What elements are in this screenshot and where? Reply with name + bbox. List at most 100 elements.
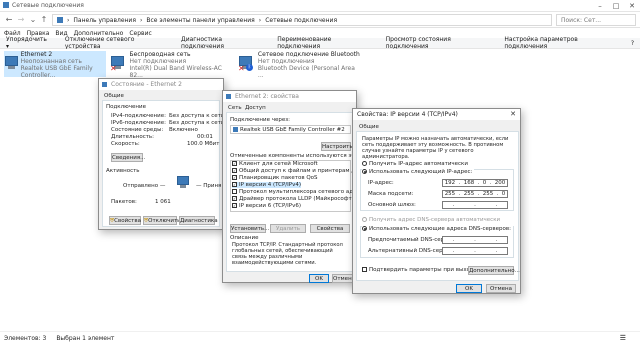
component-item-selected[interactable]: ✓ IP версии 4 (TCP/IPv4) bbox=[232, 182, 302, 188]
diagnose-button[interactable]: Диагностика подключения bbox=[181, 36, 261, 50]
ipv4-dialog-title: Свойства: IP версии 4 (TCP/IPv4) bbox=[357, 111, 458, 118]
breadcrumb-network-connections[interactable]: Сетевые подключения bbox=[265, 17, 337, 24]
connection-wireless[interactable]: ✕ Беспроводная сеть Нет подключения Inte… bbox=[110, 51, 234, 79]
ipv4-dialog: Свойства: IP версии 4 (TCP/IPv4) ✕ Общие… bbox=[352, 108, 521, 294]
tab-sharing[interactable]: Доступ bbox=[245, 105, 266, 111]
details-view-icon[interactable]: ☰ bbox=[620, 334, 626, 342]
tab-general[interactable]: Общие bbox=[104, 93, 124, 99]
close-button[interactable]: ✕ bbox=[624, 0, 640, 12]
connection-device: Realtek USB GbE Family Controller... bbox=[20, 65, 93, 79]
ipv4-ok-button[interactable]: OK bbox=[456, 284, 482, 293]
ipv6-value: Без доступа к сети bbox=[169, 120, 225, 126]
props-ok-button[interactable]: OK bbox=[309, 274, 329, 283]
disable-button[interactable]: ⛨Отключить bbox=[143, 216, 180, 225]
status-dialog-titlebar: Состояние - Ethernet 2 bbox=[99, 79, 223, 90]
help-icon[interactable]: ? bbox=[631, 40, 634, 47]
disable-device-button[interactable]: Отключение сетевого устройства bbox=[65, 36, 165, 50]
tab-network[interactable]: Сеть bbox=[228, 105, 242, 111]
gateway-field[interactable]: ... bbox=[442, 201, 508, 209]
connection-bluetooth[interactable]: ᛒ ✕ Сетевое подключение Bluetooth Нет под… bbox=[238, 51, 362, 79]
connection-ethernet2[interactable]: Ethernet 2 Неопознанная сеть Realtek USB… bbox=[4, 51, 106, 79]
properties-button[interactable]: ⛨Свойства bbox=[109, 216, 141, 225]
address-bar-row: ← → ⌄ ↑ › Панель управления › Все элемен… bbox=[0, 12, 640, 28]
explorer-titlebar: Сетевые подключения – □ ✕ bbox=[0, 0, 640, 12]
connection-name: Беспроводная сеть bbox=[129, 51, 191, 58]
properties-dialog-title: Ethernet 2: свойства bbox=[235, 93, 299, 100]
sent-label: Отправлено — bbox=[123, 183, 166, 189]
component-item[interactable]: ✓ Клиент для сетей Microsoft bbox=[232, 161, 318, 167]
ipv6-label: IPv6-подключение: bbox=[111, 120, 166, 126]
close-icon[interactable]: ✕ bbox=[510, 110, 516, 118]
breadcrumb-control-panel[interactable]: Панель управления bbox=[73, 17, 136, 24]
ip-address-label: IP-адрес: bbox=[368, 180, 394, 186]
connection-name: Ethernet 2 bbox=[20, 51, 53, 58]
forward-arrow-icon[interactable]: → bbox=[16, 15, 26, 25]
component-item[interactable]: ✓ Планировщик пакетов QoS bbox=[232, 175, 318, 181]
received-label: — Приня bbox=[196, 183, 222, 189]
recent-chevron-icon[interactable]: ⌄ bbox=[28, 15, 38, 25]
connection-status: Нет подключения bbox=[257, 58, 315, 65]
subnet-mask-label: Маска подсети: bbox=[368, 191, 414, 197]
gateway-label: Основной шлюз: bbox=[368, 202, 416, 208]
duration-label: Длительность: bbox=[111, 134, 155, 140]
duration-value: 00:01 bbox=[197, 134, 213, 140]
preferred-dns-field[interactable]: ... bbox=[442, 236, 508, 244]
ethernet-icon bbox=[226, 94, 231, 99]
view-status-button[interactable]: Просмотр состояния подключения bbox=[386, 36, 489, 50]
ipv4-dialog-titlebar: Свойства: IP версии 4 (TCP/IPv4) ✕ bbox=[353, 109, 520, 120]
details-button[interactable]: Сведения... bbox=[111, 153, 145, 162]
auto-ip-radio[interactable]: Получить IP-адрес автоматически bbox=[362, 161, 468, 167]
auto-dns-radio[interactable]: Получить адрес DNS-сервера автоматически bbox=[362, 217, 500, 223]
subnet-mask-field[interactable]: 255. 255. 255. 0 bbox=[442, 190, 508, 198]
command-bar: Упорядочить ▾ Отключение сетевого устрой… bbox=[0, 36, 640, 50]
component-item[interactable]: ✓ IP версии 6 (TCP/IPv6) bbox=[232, 203, 301, 209]
component-properties-button[interactable]: Свойства bbox=[310, 224, 350, 233]
change-settings-button[interactable]: Настройка параметров подключения bbox=[504, 36, 614, 50]
tab-general[interactable]: Общие bbox=[359, 124, 379, 130]
window-title: Сетевые подключения bbox=[12, 2, 84, 9]
media-state-value: Включено bbox=[169, 127, 198, 133]
advanced-button[interactable]: Дополнительно... bbox=[468, 266, 520, 275]
remove-button[interactable]: Удалить bbox=[270, 224, 306, 233]
connection-status: Неопознанная сеть bbox=[20, 58, 82, 65]
minimize-button[interactable]: – bbox=[592, 0, 608, 12]
organize-button[interactable]: Упорядочить ▾ bbox=[6, 36, 49, 50]
description-label: Описание bbox=[230, 235, 259, 241]
use-dns-radio[interactable]: Использовать следующие адреса DNS-сервер… bbox=[362, 226, 513, 232]
connect-using-label: Подключение через: bbox=[230, 117, 290, 123]
adapter-icon bbox=[233, 127, 238, 132]
validate-checkbox[interactable]: Подтвердить параметры при выходе bbox=[362, 267, 477, 273]
ipv4-value: Без доступа к сети bbox=[169, 113, 225, 119]
packets-label: Пакетов: bbox=[111, 199, 137, 205]
control-panel-icon bbox=[57, 17, 63, 23]
up-arrow-icon[interactable]: ↑ bbox=[39, 15, 49, 25]
alternate-dns-field[interactable]: ... bbox=[442, 247, 508, 255]
bluetooth-icon: ᛒ ✕ bbox=[238, 54, 254, 73]
use-ip-radio[interactable]: Использовать следующий IP-адрес: bbox=[362, 169, 475, 175]
install-button[interactable]: Установить... bbox=[230, 224, 269, 233]
component-description: Протокол TCP/IP. Стандартный протокол гл… bbox=[232, 242, 343, 266]
ipv4-cancel-button[interactable]: Отмена bbox=[486, 284, 516, 293]
ipv4-label: IPv4-подключение: bbox=[111, 113, 166, 119]
selected-count: Выбран 1 элемент bbox=[56, 334, 115, 342]
maximize-button[interactable]: □ bbox=[608, 0, 624, 12]
address-bar[interactable]: › Панель управления › Все элементы панел… bbox=[52, 14, 552, 26]
status-dialog-title: Состояние - Ethernet 2 bbox=[111, 81, 182, 88]
rename-button[interactable]: Переименование подключения bbox=[277, 36, 369, 50]
ip-address-field[interactable]: 192. 168. 0. 200 bbox=[442, 179, 508, 187]
back-arrow-icon[interactable]: ← bbox=[4, 15, 14, 25]
media-state-label: Состояние среды: bbox=[111, 127, 164, 133]
speed-label: Скорость: bbox=[111, 141, 140, 147]
status-dialog: Состояние - Ethernet 2 Общие Подключение… bbox=[98, 78, 224, 230]
configure-button[interactable]: Настроить... bbox=[321, 142, 358, 151]
search-input[interactable]: Поиск: Сет... bbox=[556, 14, 636, 26]
wireless-icon: ✕ bbox=[110, 54, 126, 73]
component-item[interactable]: ✓ Драйвер протокола LLDP (Майкрософт) bbox=[232, 196, 354, 202]
ethernet-icon bbox=[102, 82, 107, 87]
connection-header: Подключение bbox=[106, 104, 146, 110]
ethernet-icon bbox=[4, 54, 18, 72]
packets-sent-value: 1 061 bbox=[155, 199, 171, 205]
breadcrumb-all-items[interactable]: Все элементы панели управления bbox=[146, 17, 254, 24]
connection-device: Intel(R) Dual Band Wireless-AC 82... bbox=[129, 65, 222, 79]
diagnose-dialog-button[interactable]: Диагностика bbox=[179, 216, 218, 225]
